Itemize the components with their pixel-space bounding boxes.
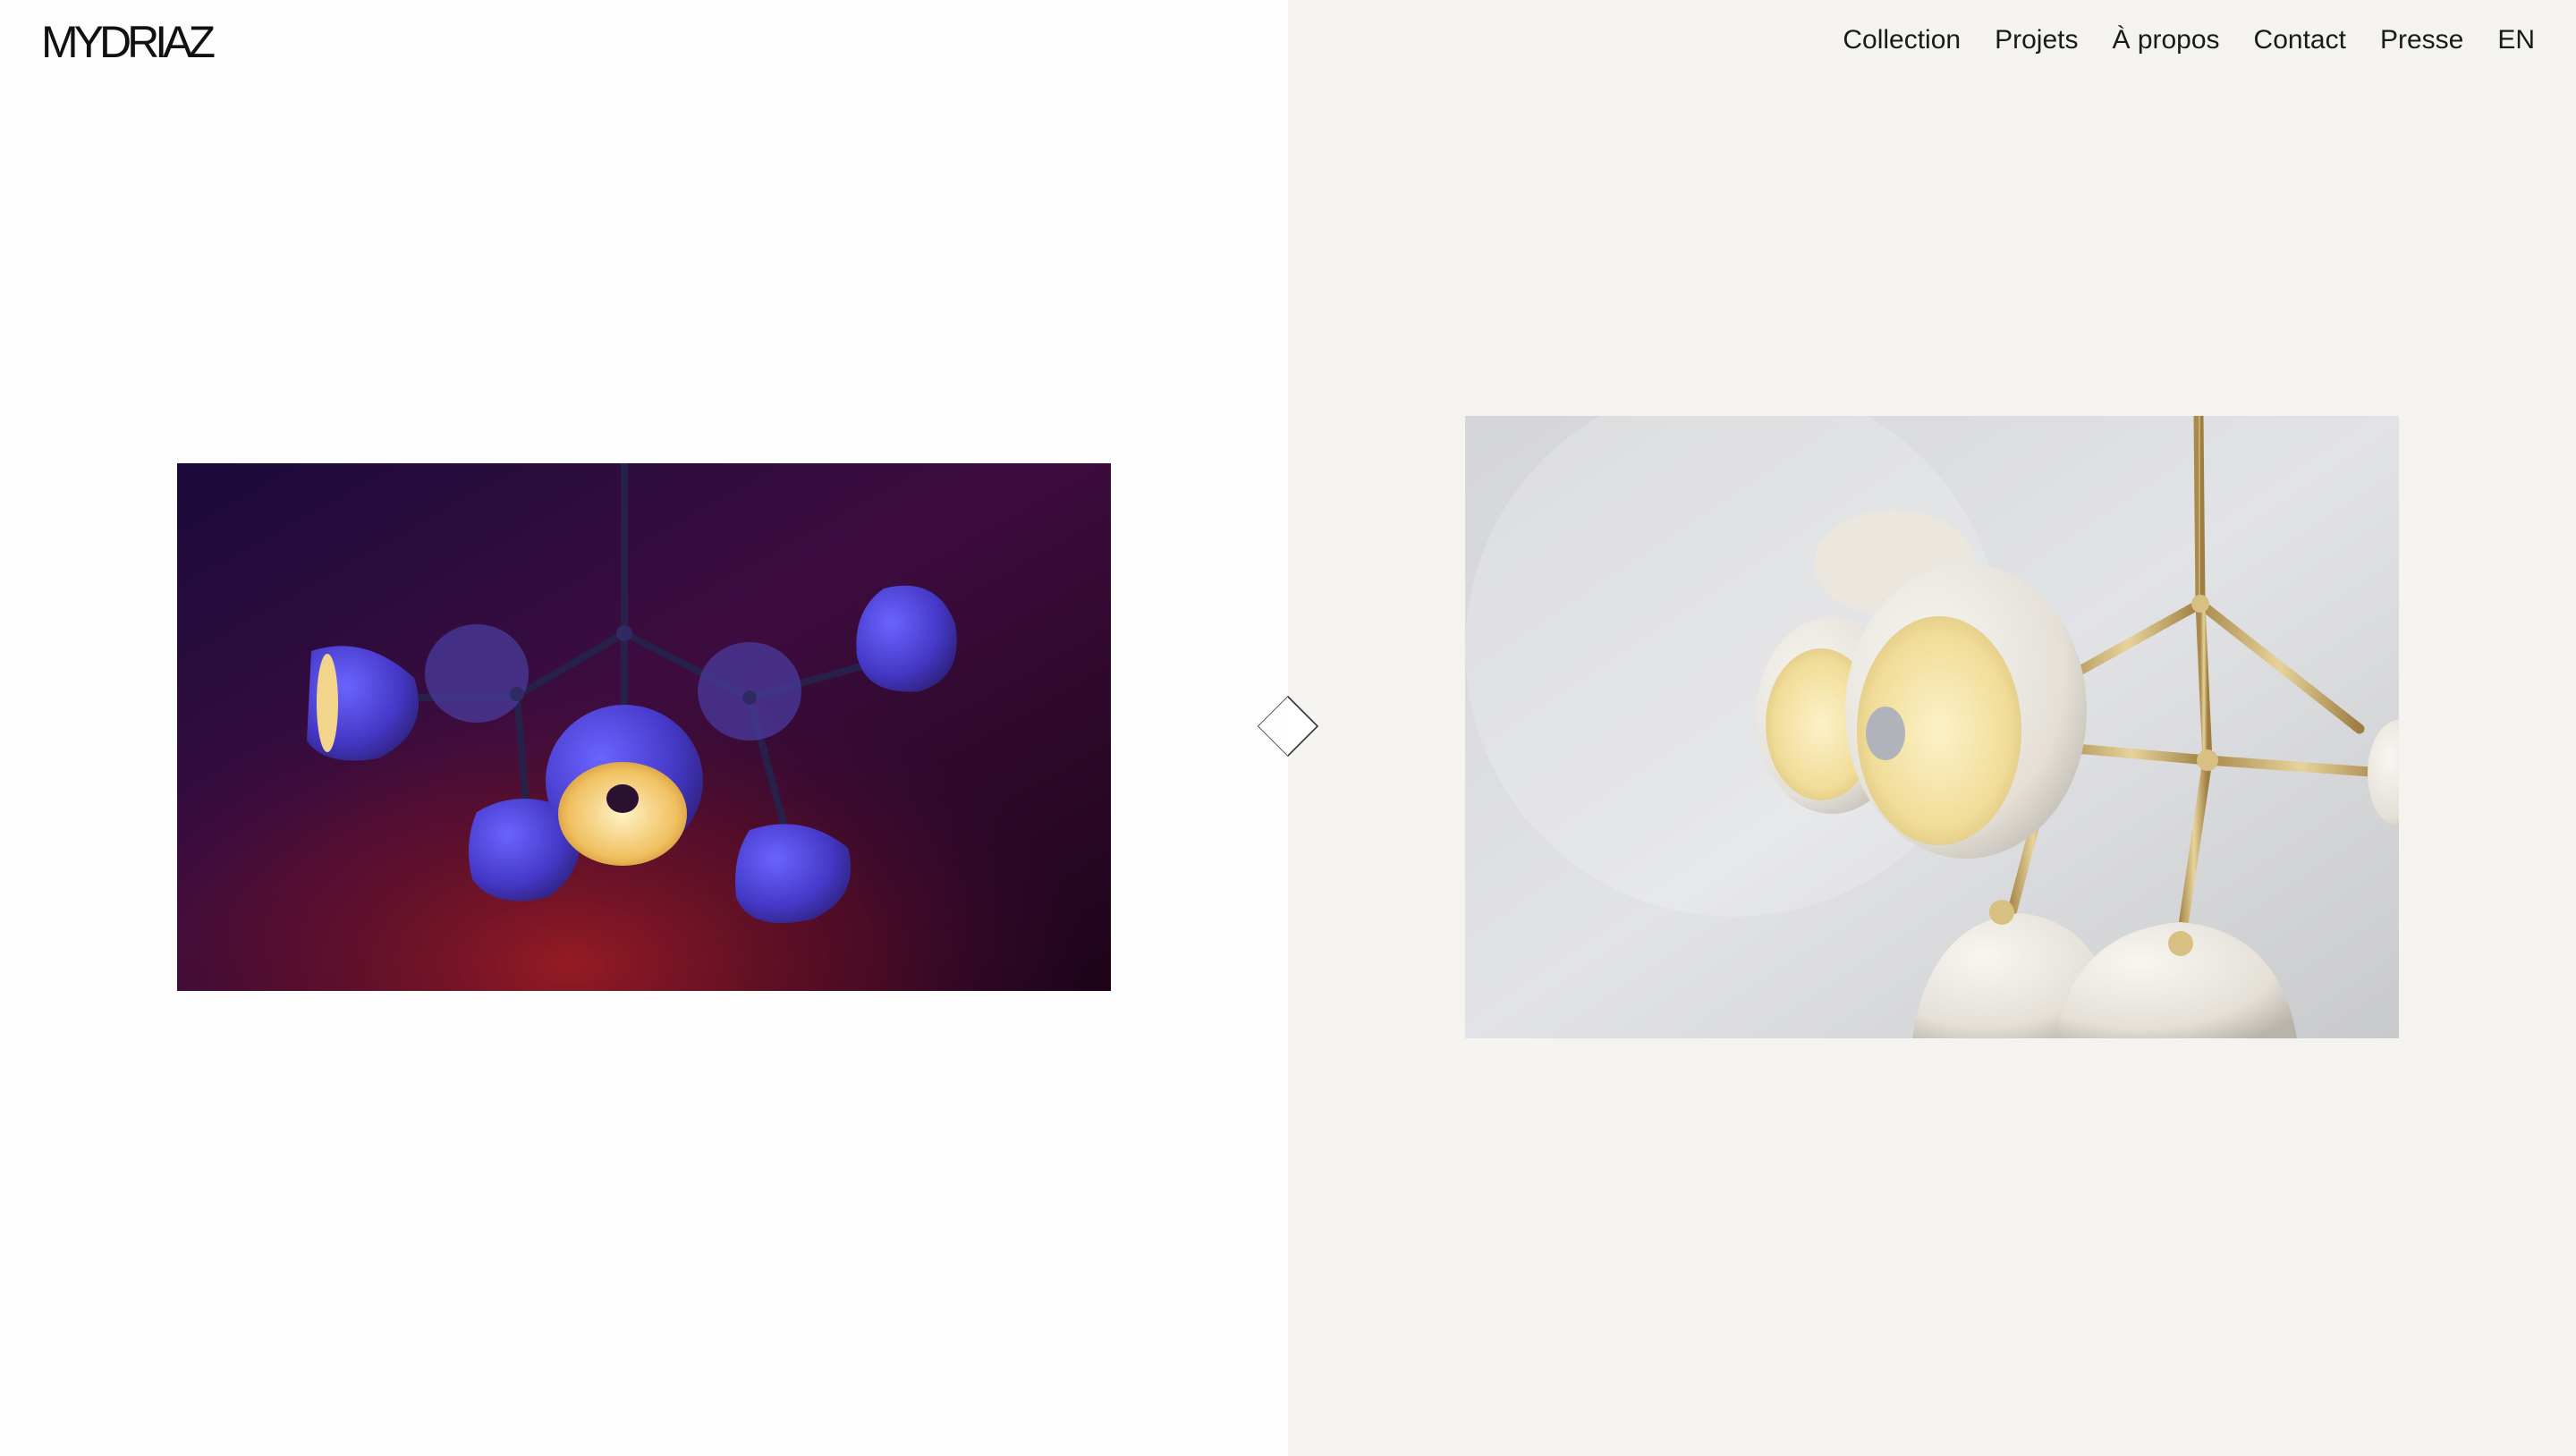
page: MYDRIAZ Collection Projets À propos Cont… (0, 0, 2576, 1456)
chandelier-photo-purple-art (177, 463, 1111, 991)
compare-handle[interactable] (1257, 695, 1319, 758)
chandelier-photo-white[interactable] (1465, 416, 2399, 1038)
nav-item-collection[interactable]: Collection (1843, 27, 1961, 54)
nav-item-projets[interactable]: Projets (1995, 27, 2078, 54)
chandelier-photo-purple[interactable] (177, 463, 1111, 991)
nav-item-a-propos[interactable]: À propos (2112, 27, 2219, 54)
main-nav: Collection Projets À propos Contact Pres… (1843, 27, 2535, 54)
logo[interactable]: MYDRIAZ (41, 20, 216, 64)
nav-item-language-en[interactable]: EN (2497, 27, 2535, 54)
chandelier-photo-white-art (1465, 416, 2399, 1038)
diamond-icon (1257, 695, 1319, 758)
nav-item-presse[interactable]: Presse (2380, 27, 2463, 54)
nav-item-contact[interactable]: Contact (2254, 27, 2346, 54)
